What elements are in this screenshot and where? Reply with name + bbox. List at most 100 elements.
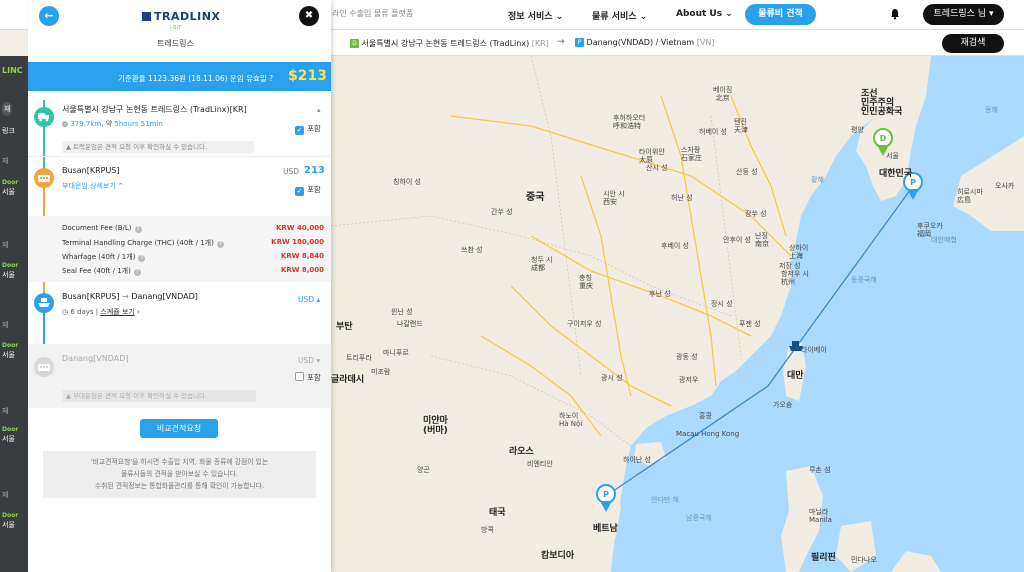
chevron-down-icon: ⌄ [555,12,564,22]
close-button[interactable]: ✖ [299,6,319,26]
map-label-province: 산둥 성 [736,168,758,176]
bg-label: 재 [2,157,9,165]
info-icon[interactable]: ? [134,226,142,233]
map-label-city: 텐진 天津 [734,118,748,134]
map-label-province: 광시 성 [601,374,623,382]
logo-subtitle: I-BIT [170,25,182,31]
surcharge-detail-link[interactable]: 부대운임 상세보기 ⌃ [62,181,124,191]
map-label-cambodia: 캄보디아 [541,551,575,561]
bg-label: 서울 [2,521,15,529]
caret-down-icon: ▾ [988,9,994,19]
busan-port-title: Busan[KRPUS] [62,166,120,175]
map-label-city: 베이징 北京 [713,86,733,102]
map-label-taiwan: 대만 [787,371,804,381]
map-label-city: 항저우 시 杭州 [781,270,809,286]
nav-menu-about-us[interactable]: About Us ⌄ [676,9,733,19]
map-label-province: 나갈랜드 [397,320,423,328]
compare-quote-button[interactable]: 비교견적요청 [140,419,218,438]
port-warehouse-icon [34,168,54,188]
map-label-city: 히로시마 広島 [957,188,983,204]
map-label-vietnam: 베트남 [593,524,618,534]
company-name: 트레드링스 [157,39,194,48]
door-tag-icon: D [350,39,359,48]
arrow-left-icon: ← [44,9,54,22]
map-label-city: 충칭 重庆 [579,274,593,290]
unchecked-box-icon [295,372,304,381]
fee-row: Seal Fee (40ft / 1개)? KRW 8,000 [62,266,324,276]
danang-currency[interactable]: USD ▾ [298,356,320,365]
map-label-province: 윈난 성 [391,308,413,316]
info-icon[interactable]: ? [216,241,224,248]
chevron-up-icon: ▴ [316,295,321,304]
info-line: 물류사들의 견적을 받아보실 수 있습니다. [120,470,239,478]
map-label-province: 하이난 성 [623,456,651,464]
map-label-city: 방콕 [481,526,494,534]
include-truck-checkbox[interactable]: ✓ 포함 [295,123,321,135]
surcharge-table: Document Fee (B/L)? KRW 40,000 Terminal H… [28,216,331,282]
map-label-province: 저장 성 [779,262,801,270]
include-danang-checkbox[interactable]: 포함 [295,372,321,383]
map-label-city: 가오슝 [773,401,793,409]
map-label-city: 스자좡 石家庄 [681,146,702,162]
check-icon: ✓ [295,187,304,196]
route-summary-bar: D 서울특별시 강남구 논현동 트레드링스 (TradLinx) [KR] → … [331,30,1024,56]
include-busan-checkbox[interactable]: ✓ 포함 [295,184,321,196]
map-label-province: 광둥 성 [676,353,698,361]
ocean-currency[interactable]: USD ▴ [298,295,320,304]
info-icon[interactable]: ? [138,255,146,262]
nav-menu-logistics-service[interactable]: 물류 서비스 ⌄ [592,9,647,22]
divider [28,156,331,157]
exchange-rate-bar: 기준환율 1123.36원 (18.11.06) 운임 유효일 ? $213 [28,62,331,91]
bg-label: Door [2,342,19,349]
map-label-city: 타이베이 [801,346,827,354]
nav-menu-info-service[interactable]: 정보 서비스 ⌄ [508,9,563,22]
map-label-city: 광저우 [679,376,699,384]
check-icon: ✓ [295,126,304,135]
bg-label: 서울 [2,271,15,279]
chevron-up-icon[interactable]: ▴ [317,106,321,114]
map-canvas: D P P [331,56,1024,572]
schedule-link[interactable]: 스케쥴 보기 [100,308,134,316]
route-map[interactable]: D P P 조선 민주주의 인민공화국 중국 대한민국 부탄 글라데시 미얀마 … [331,56,1024,572]
bg-label: LINC [2,66,23,75]
info-icon[interactable]: ? [133,269,141,276]
map-label-city: 상하이 上海 [789,244,809,260]
bg-label: 재 [2,241,9,249]
bg-label: 링크 [2,127,15,135]
warning-icon: ▲ [66,143,71,151]
map-label-city: 서울 [886,152,899,160]
map-label-city: 타이위안 太原 [639,148,665,164]
research-button[interactable]: 재검색 [942,34,1004,53]
user-menu-button[interactable]: 트레드링스 님 ▾ [923,4,1004,25]
map-label-city: 후허하오터 呼和浩特 [613,114,646,130]
map-label-thailand: 태국 [489,508,506,518]
map-label-sea: 안다만 해 [651,496,679,504]
site-tagline: 라인 수출입 물류 플랫폼 [332,9,414,18]
map-label-myanmar: 미얀마 (버마) [423,416,448,436]
map-label-city: 청두 시 成都 [531,256,553,272]
busan-amount: 213 [304,165,325,176]
map-label-province: 안후이 성 [723,236,751,244]
map-label-province: 장시 성 [711,300,733,308]
map-label-south-korea: 대한민국 [879,169,913,179]
close-icon: ✖ [304,10,314,21]
map-label-province: 후난 성 [649,290,671,298]
route-destination: P Danang(VNDAD) / Vietnam [VN] [575,38,714,47]
route-arrow-icon: → [557,37,565,47]
ocean-route-title: Busan[KRPUS] → Danang[VNDAD] [62,292,198,301]
bg-label: 재 [2,102,13,116]
map-label-province: 미조람 [371,368,391,376]
map-label-province: 간쑤 성 [491,208,513,216]
fee-row: Terminal Handling Charge (THC) (40ft / 1… [62,238,324,248]
bell-icon[interactable] [889,8,901,20]
back-button[interactable]: ← [39,6,59,26]
logistics-quote-button[interactable]: 물류비 견적 [745,4,816,25]
bg-label: Door [2,179,19,186]
map-label-city: 난징 南京 [755,232,769,248]
map-label-island: 민다나오 [851,556,877,564]
map-label-sea: 동중국해 [851,276,877,284]
map-label-province: 후베이 성 [661,242,689,250]
truck-distance: ◍ 379.7km, 약 5hours 51min [62,120,163,128]
chevron-up-icon: ⌃ [117,182,124,190]
map-label-city: 비엔티안 [527,460,553,468]
